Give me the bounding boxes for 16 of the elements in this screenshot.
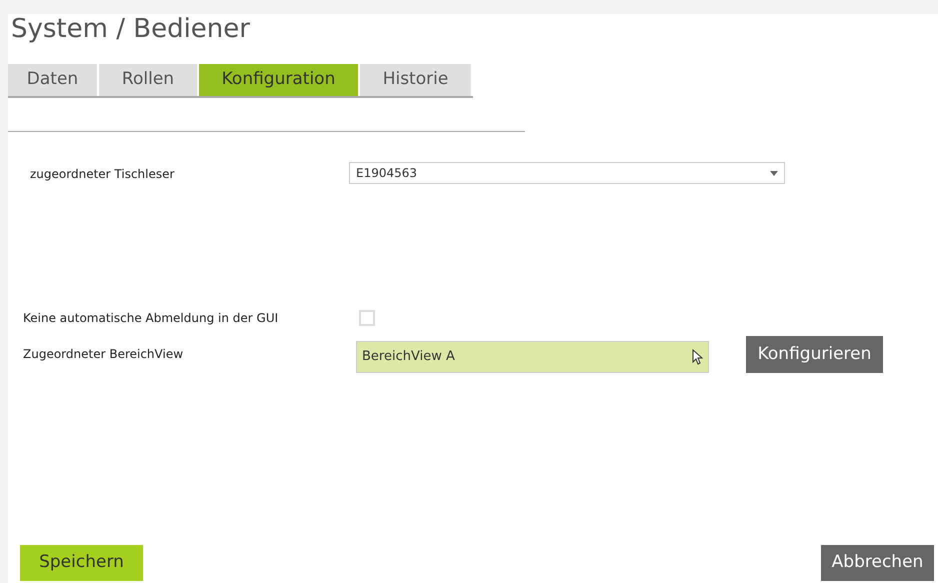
pointer-icon — [692, 349, 703, 365]
tab[interactable]: Historie — [360, 64, 471, 96]
save-button[interactable]: Speichern — [20, 545, 143, 581]
field-label: Zugeordneter BereichView — [22, 346, 184, 363]
bereichview-field[interactable]: BereichView A — [356, 341, 709, 373]
tab[interactable]: Daten — [8, 64, 97, 96]
page-title: System / Bediener — [10, 14, 251, 46]
cancel-button[interactable]: Abbrechen — [821, 545, 934, 581]
tab[interactable]: Rollen — [99, 64, 197, 96]
reader-select[interactable]: E1904563 — [349, 162, 785, 184]
dropdown-caret-icon — [770, 170, 778, 176]
field-label: zugeordneter Tischleser — [29, 166, 176, 183]
tab[interactable]: Konfiguration — [199, 64, 358, 96]
configure-button[interactable]: Konfigurieren — [746, 336, 883, 373]
field-label: Keine automatische Abmeldung in der GUI — [22, 310, 280, 327]
checkbox[interactable] — [359, 310, 375, 326]
